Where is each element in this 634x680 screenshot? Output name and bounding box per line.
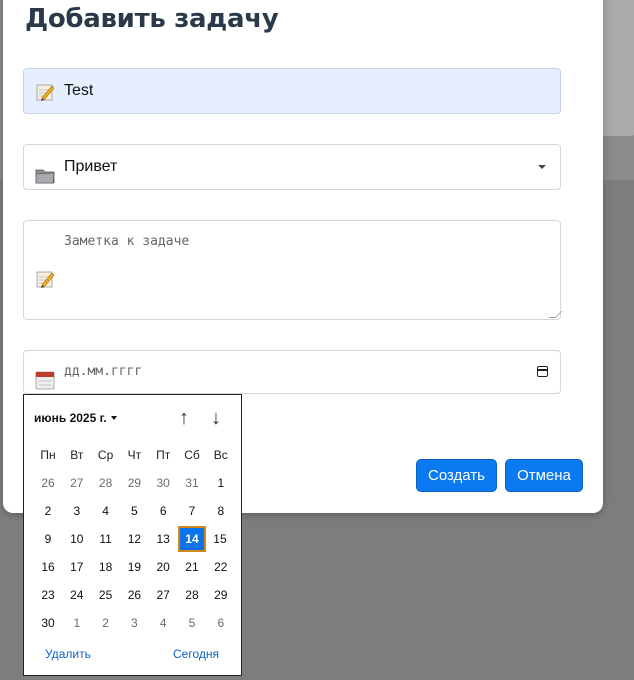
task-name-value: Test	[64, 82, 94, 99]
weekday-label: Пт	[156, 448, 171, 462]
calendar-day[interactable]: 27	[149, 585, 177, 613]
weekday-header-row: Пн Вт Ср Чт Пт Сб Вс	[34, 445, 236, 473]
calendar-day[interactable]: 23	[34, 585, 62, 613]
weekday-label: Вс	[213, 448, 228, 462]
calendar-day[interactable]: 5	[120, 501, 148, 529]
calendar-week-row: 23 24 25 26 27 28 29	[34, 585, 236, 613]
calendar-day[interactable]: 1	[207, 473, 235, 501]
note-placeholder: Заметка к задаче	[64, 234, 190, 249]
create-button[interactable]: Создать	[416, 459, 497, 492]
calendar-day[interactable]: 4	[92, 501, 120, 529]
calendar-week-row: 2 3 4 5 6 7 8	[34, 501, 236, 529]
calendar-day[interactable]: 6	[207, 613, 235, 641]
calendar-week-row: 26 27 28 29 30 31 1	[34, 473, 236, 501]
calendar-day[interactable]: 28	[92, 473, 120, 501]
calendar-day[interactable]: 10	[63, 529, 91, 557]
calendar-day[interactable]: 4	[149, 613, 177, 641]
modal-title: Добавить задачу	[25, 4, 279, 34]
calendar-day[interactable]: 28	[178, 585, 206, 613]
calendar-day[interactable]: 30	[34, 613, 62, 641]
calendar-day[interactable]: 13	[149, 529, 177, 557]
task-name-input[interactable]: Test	[23, 68, 561, 114]
calendar-day[interactable]: 16	[34, 557, 62, 585]
calendar-day[interactable]: 6	[149, 501, 177, 529]
resize-handle[interactable]	[548, 311, 563, 318]
calendar-day[interactable]: 9	[34, 529, 62, 557]
folder-select[interactable]: Привет	[23, 144, 561, 190]
calendar-day[interactable]: 3	[120, 613, 148, 641]
weekday-label: Сб	[184, 448, 200, 462]
today-link[interactable]: Сегодня	[173, 647, 219, 661]
month-year-label: июнь 2025 г.	[34, 411, 107, 425]
calendar-day[interactable]: 2	[92, 613, 120, 641]
clear-date-link[interactable]: Удалить	[45, 647, 91, 661]
calendar-day[interactable]: 2	[34, 501, 62, 529]
calendar-day[interactable]: 26	[120, 585, 148, 613]
calendar-day[interactable]: 15	[206, 529, 234, 557]
calendar-week-row: 30 1 2 3 4 5 6	[34, 613, 236, 641]
caret-down-icon	[110, 416, 117, 420]
calendar-day[interactable]: 25	[92, 585, 120, 613]
calendar-day[interactable]: 8	[207, 501, 235, 529]
date-picker-popup: июнь 2025 г. ↑ ↓ Пн Вт Ср Чт Пт Сб Вс 26…	[23, 394, 242, 676]
calendar-week-row: 9 10 11 12 13 14 15	[34, 526, 236, 557]
calendar-icon	[35, 371, 55, 390]
calendar-day[interactable]: 18	[92, 557, 120, 585]
calendar-day[interactable]: 29	[207, 585, 235, 613]
pencil-memo-icon	[36, 271, 55, 288]
note-textarea[interactable]: Заметка к задаче	[23, 220, 563, 320]
folder-icon	[35, 169, 55, 184]
calendar-day-selected[interactable]: 14	[177, 526, 206, 552]
weekday-label: Ср	[97, 448, 114, 462]
calendar-day[interactable]: 29	[120, 473, 148, 501]
calendar-day[interactable]: 5	[178, 613, 206, 641]
calendar-week-row: 16 17 18 19 20 21 22	[34, 557, 236, 585]
calendar-day[interactable]: 20	[149, 557, 177, 585]
calendar-day[interactable]: 11	[92, 529, 120, 557]
calendar-day[interactable]: 26	[34, 473, 62, 501]
weekday-label: Вт	[70, 448, 84, 462]
calendar-day[interactable]: 21	[178, 557, 206, 585]
folder-select-value: Привет	[64, 158, 118, 175]
month-year-select[interactable]: июнь 2025 г.	[34, 411, 117, 425]
weekday-label: Чт	[127, 448, 142, 462]
calendar-day[interactable]: 3	[63, 501, 91, 529]
calendar-day[interactable]: 27	[63, 473, 91, 501]
calendar-day[interactable]: 7	[178, 501, 206, 529]
calendar-day[interactable]: 31	[178, 473, 206, 501]
chevron-down-icon	[538, 165, 546, 169]
pencil-memo-icon	[36, 84, 55, 101]
calendar-day[interactable]: 22	[207, 557, 235, 585]
arrow-up-icon[interactable]: ↑	[174, 407, 194, 429]
calendar-picker-icon[interactable]	[537, 366, 548, 377]
weekday-label: Пн	[40, 448, 56, 462]
calendar-day[interactable]: 30	[149, 473, 177, 501]
cancel-button[interactable]: Отмена	[505, 459, 583, 492]
arrow-down-icon[interactable]: ↓	[206, 407, 226, 429]
calendar-day[interactable]: 12	[120, 529, 148, 557]
calendar-grid: Пн Вт Ср Чт Пт Сб Вс 26 27 28 29 30 31 1…	[34, 445, 236, 641]
due-date-input[interactable]: дд.мм.гггг	[23, 350, 561, 394]
calendar-day[interactable]: 24	[63, 585, 91, 613]
calendar-day[interactable]: 19	[120, 557, 148, 585]
date-placeholder: дд.мм.гггг	[64, 364, 143, 379]
calendar-day[interactable]: 17	[63, 557, 91, 585]
calendar-day[interactable]: 1	[63, 613, 91, 641]
